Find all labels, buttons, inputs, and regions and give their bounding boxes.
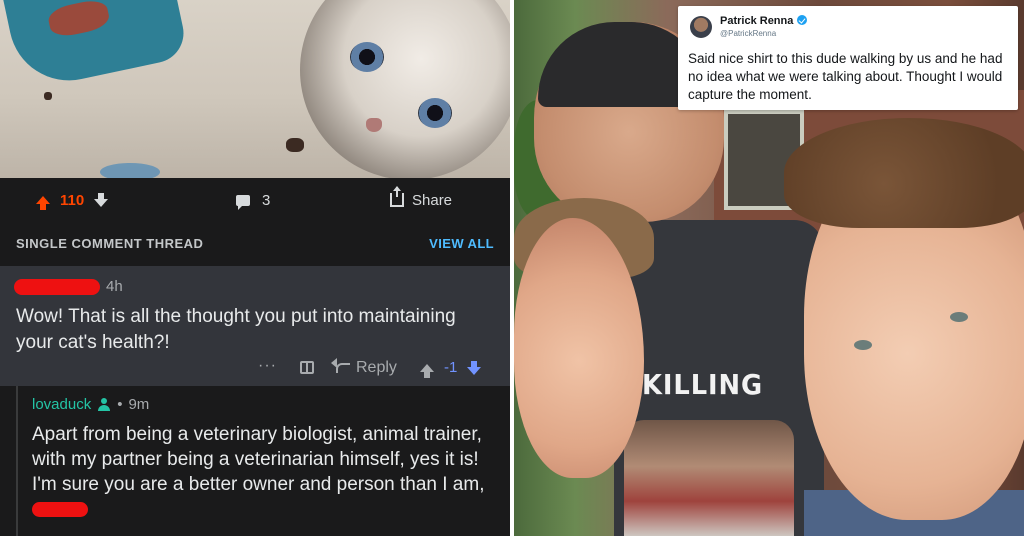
username-link[interactable]: lovaduck xyxy=(32,396,91,413)
cat-eye-right xyxy=(418,98,452,128)
post-action-bar: 110 3 Share xyxy=(0,178,510,222)
tweet-text: Said nice shirt to this dude walking by … xyxy=(688,51,1003,102)
parent-comment: 4h Wow! That is all the thought you put … xyxy=(0,266,510,386)
eye xyxy=(854,340,872,350)
avatar xyxy=(690,16,712,38)
op-user-icon xyxy=(97,397,111,412)
comments-button[interactable]: 3 xyxy=(236,191,271,210)
verified-icon xyxy=(797,15,808,25)
comment-body: Wow! That is all the thought you put int… xyxy=(16,306,456,353)
reply-comment: lovaduck • 9m Apart from being a veterin… xyxy=(0,386,510,536)
share-label: Share xyxy=(412,191,453,209)
cat xyxy=(300,0,510,178)
author-name: Patrick Renna xyxy=(720,15,794,27)
post-score: 110 xyxy=(60,191,85,209)
reply-icon xyxy=(331,358,350,373)
selfie-photo-panel: KILLING Patrick Renna @PatrickRenna Said… xyxy=(514,0,1024,536)
eye xyxy=(950,312,968,322)
comment-meta: 4h xyxy=(14,278,123,295)
comment-icon xyxy=(236,194,250,210)
redacted-username xyxy=(14,278,100,295)
reply-label: Reply xyxy=(356,359,397,376)
upvote-icon[interactable] xyxy=(420,363,434,378)
separator-dot: • xyxy=(117,396,123,413)
comment-body-text: Apart from being a veterinary biologist,… xyxy=(32,424,485,495)
shirt-graphic xyxy=(624,420,794,536)
food-bowl xyxy=(0,0,190,92)
view-all-link[interactable]: VIEW ALL xyxy=(429,236,494,251)
comment-time: 4h xyxy=(106,278,123,295)
share-button[interactable]: Share xyxy=(390,186,453,209)
comment-count: 3 xyxy=(262,191,271,209)
crumb xyxy=(44,92,52,100)
post-vote: 110 xyxy=(36,191,109,210)
award-icon[interactable] xyxy=(300,361,314,374)
more-options-icon[interactable]: ··· xyxy=(258,357,277,375)
tweet-handle: @PatrickRenna xyxy=(720,29,777,38)
comment-time: 9m xyxy=(128,396,150,413)
reply-button[interactable]: Reply xyxy=(331,358,397,377)
tweet-author: Patrick Renna xyxy=(720,15,808,27)
cat-nose xyxy=(366,118,382,132)
thread-header: SINGLE COMMENT THREAD VIEW ALL xyxy=(0,222,510,266)
cat-eye-left xyxy=(350,42,384,72)
share-icon xyxy=(390,186,404,207)
reddit-screenshot-panel: 110 3 Share SINGLE COMMENT THREAD VIEW A… xyxy=(0,0,510,536)
crumb xyxy=(286,138,304,152)
comment-vote: -1 xyxy=(420,359,482,378)
redacted-username xyxy=(32,502,88,517)
thread-line xyxy=(16,386,18,536)
toy xyxy=(100,163,160,178)
downvote-icon[interactable] xyxy=(467,360,482,375)
right-person-hair xyxy=(784,118,1024,228)
comment-score: -1 xyxy=(444,359,458,376)
tweet-card: Patrick Renna @PatrickRenna Said nice sh… xyxy=(678,6,1018,110)
shirt-text: KILLING xyxy=(642,368,764,401)
cat-photo xyxy=(0,0,510,178)
comment-actions: ··· Reply -1 xyxy=(0,357,510,381)
comment-meta: lovaduck • 9m xyxy=(32,396,149,413)
downvote-icon[interactable] xyxy=(94,193,109,207)
comment-body: Apart from being a veterinary biologist,… xyxy=(32,422,492,522)
thread-title: SINGLE COMMENT THREAD xyxy=(16,236,204,251)
upvote-icon[interactable] xyxy=(36,196,50,210)
